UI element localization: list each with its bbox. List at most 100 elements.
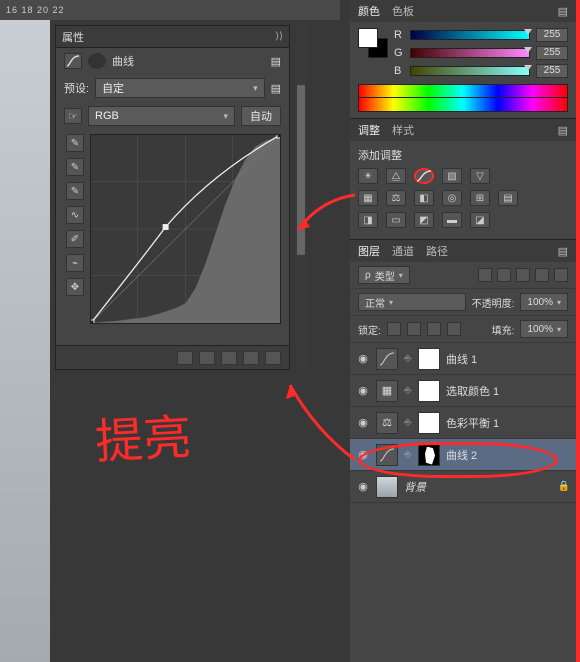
lock-transparent-icon[interactable] xyxy=(387,322,401,336)
b-value[interactable]: 255 xyxy=(536,64,568,78)
gradient-map-icon[interactable]: ▬ xyxy=(442,212,462,228)
delete-adjustment-icon[interactable] xyxy=(265,351,281,365)
posterize-icon[interactable]: ▭ xyxy=(386,212,406,228)
eyedropper-black-icon[interactable]: ✎ xyxy=(66,134,84,152)
r-slider[interactable] xyxy=(410,30,530,40)
layer-row[interactable]: ◉ ⎆ 曲线 1 xyxy=(350,343,576,375)
lock-position-icon[interactable] xyxy=(427,322,441,336)
black-white-icon[interactable]: ◧ xyxy=(414,190,434,206)
levels-icon[interactable]: ⧋ xyxy=(386,168,406,184)
channel-mixer-icon[interactable]: ⊞ xyxy=(470,190,490,206)
curves-graph[interactable] xyxy=(90,134,281,324)
layer-name[interactable]: 色彩平衡 1 xyxy=(446,415,499,431)
layer-filter-type-select[interactable]: ρ 类型 ▾ xyxy=(358,266,410,284)
g-slider[interactable] xyxy=(410,48,530,58)
eyedropper-white-icon[interactable]: ✎ xyxy=(66,182,84,200)
foreground-color-swatch[interactable] xyxy=(358,28,378,48)
tab-swatches[interactable]: 色板 xyxy=(392,3,414,19)
color-spectrum-shade[interactable] xyxy=(358,98,568,112)
visibility-toggle-icon[interactable]: ◉ xyxy=(356,352,370,366)
mask-icon[interactable] xyxy=(88,53,106,69)
toggle-visibility-icon[interactable] xyxy=(243,351,259,365)
color-spectrum[interactable] xyxy=(358,84,568,98)
vibrance-icon[interactable]: ▽ xyxy=(470,168,490,184)
channel-select[interactable]: RGB ▾ xyxy=(88,106,235,126)
window-edge-highlight xyxy=(576,0,580,662)
threshold-icon[interactable]: ◩ xyxy=(414,212,434,228)
b-slider[interactable] xyxy=(410,66,530,76)
color-balance-icon[interactable]: ⚖ xyxy=(386,190,406,206)
layer-name[interactable]: 背景 xyxy=(404,479,426,495)
adjustments-panel-menu-icon[interactable]: ▤ xyxy=(558,124,568,137)
scrollbar-thumb[interactable] xyxy=(297,85,305,255)
tab-layers[interactable]: 图层 xyxy=(358,243,380,259)
lock-all-icon[interactable] xyxy=(447,322,461,336)
layer-mask-thumb[interactable] xyxy=(418,348,440,370)
layer-name[interactable]: 选取颜色 1 xyxy=(446,383,499,399)
filter-type-icon[interactable] xyxy=(516,268,530,282)
filter-pixel-icon[interactable] xyxy=(478,268,492,282)
layer-mask-thumb[interactable] xyxy=(418,444,440,466)
blend-mode-value: 正常 xyxy=(365,295,385,310)
smooth-curve-icon[interactable]: ⌁ xyxy=(66,254,84,272)
clip-to-layer-icon[interactable] xyxy=(177,351,193,365)
visibility-toggle-icon[interactable]: ◉ xyxy=(356,384,370,398)
layer-name[interactable]: 曲线 2 xyxy=(446,447,477,463)
curves-adjustment-icon[interactable] xyxy=(64,53,82,69)
link-icon: ⎆ xyxy=(404,417,412,428)
annotation-arrow-2 xyxy=(255,380,365,470)
color-lookup-icon[interactable]: ▤ xyxy=(498,190,518,206)
layer-mask-thumb[interactable] xyxy=(418,412,440,434)
hand-icon[interactable]: ✥ xyxy=(66,278,84,296)
auto-button[interactable]: 自动 xyxy=(241,106,281,126)
brightness-contrast-icon[interactable]: ☀ xyxy=(358,168,378,184)
layer-row[interactable]: ◉ ⚖ ⎆ 色彩平衡 1 xyxy=(350,407,576,439)
layer-row-background[interactable]: ◉ 背景 🔒 xyxy=(350,471,576,503)
preset-select[interactable]: 自定 ▾ xyxy=(95,78,265,98)
lock-pixels-icon[interactable] xyxy=(407,322,421,336)
visibility-toggle-icon[interactable]: ◉ xyxy=(356,448,370,462)
invert-icon[interactable]: ◨ xyxy=(358,212,378,228)
tab-styles[interactable]: 样式 xyxy=(392,122,414,138)
layer-name[interactable]: 曲线 1 xyxy=(446,351,477,367)
g-value[interactable]: 255 xyxy=(536,46,568,60)
tab-channels[interactable]: 通道 xyxy=(392,243,414,259)
link-icon: ⎆ xyxy=(404,449,412,460)
hue-sat-icon[interactable]: ▦ xyxy=(358,190,378,206)
visibility-toggle-icon[interactable]: ◉ xyxy=(356,480,370,494)
preset-menu-icon[interactable]: ▤ xyxy=(271,82,281,95)
color-panel-menu-icon[interactable]: ▤ xyxy=(558,5,568,18)
curves-icon[interactable] xyxy=(414,168,434,184)
visibility-toggle-icon[interactable]: ◉ xyxy=(356,416,370,430)
tab-paths[interactable]: 路径 xyxy=(426,243,448,259)
color-balance-layer-icon: ⚖ xyxy=(376,412,398,434)
properties-scrollbar[interactable] xyxy=(296,25,306,370)
view-previous-icon[interactable] xyxy=(199,351,215,365)
eyedropper-gray-icon[interactable]: ✎ xyxy=(66,158,84,176)
layers-panel-menu-icon[interactable]: ▤ xyxy=(558,245,568,258)
filter-smart-icon[interactable] xyxy=(554,268,568,282)
fg-bg-swatch[interactable] xyxy=(358,28,388,58)
tab-color[interactable]: 颜色 xyxy=(358,3,380,19)
curve-pencil-tool-icon[interactable]: ✐ xyxy=(66,230,84,248)
r-value[interactable]: 255 xyxy=(536,28,568,42)
opacity-field[interactable]: 100% ▾ xyxy=(520,293,568,311)
selective-color-icon[interactable]: ◪ xyxy=(470,212,490,228)
ruler-top: 16 18 20 22 xyxy=(0,0,340,20)
reset-icon[interactable] xyxy=(221,351,237,365)
finger-scrub-icon[interactable]: ☞ xyxy=(64,108,82,124)
filter-shape-icon[interactable] xyxy=(535,268,549,282)
fill-field[interactable]: 100% ▾ xyxy=(520,320,568,338)
layer-row[interactable]: ◉ ▦ ⎆ 选取颜色 1 xyxy=(350,375,576,407)
properties-panel-menu-icon[interactable]: ▤ xyxy=(271,55,281,68)
layer-row-selected[interactable]: ◉ ⎆ 曲线 2 xyxy=(350,439,576,471)
search-icon: ρ xyxy=(365,270,371,281)
exposure-icon[interactable]: ▧ xyxy=(442,168,462,184)
tab-adjustments[interactable]: 调整 xyxy=(358,122,380,138)
panel-collapse-icon[interactable]: ⟩⟩ xyxy=(275,31,283,42)
photo-filter-icon[interactable]: ◎ xyxy=(442,190,462,206)
blend-mode-select[interactable]: 正常 ▾ xyxy=(358,293,466,311)
layer-mask-thumb[interactable] xyxy=(418,380,440,402)
curve-point-tool-icon[interactable]: ∿ xyxy=(66,206,84,224)
filter-adjust-icon[interactable] xyxy=(497,268,511,282)
